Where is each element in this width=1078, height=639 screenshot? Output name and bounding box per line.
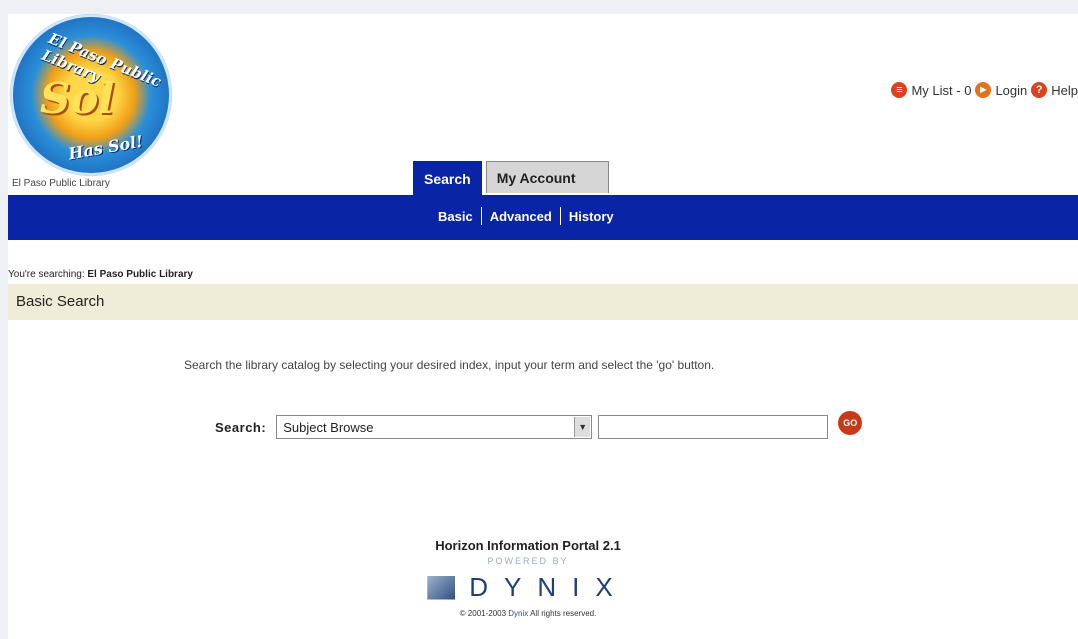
search-form: Search: Subject Browse ▼ GO xyxy=(215,411,863,439)
copyright: © 2001-2003 Dynix All rights reserved. xyxy=(0,609,1078,618)
logo-caption: El Paso Public Library xyxy=(12,178,110,189)
searching-library: El Paso Public Library xyxy=(87,269,193,280)
footer-title: Horizon Information Portal 2.1 xyxy=(435,538,621,553)
subnav-divider xyxy=(480,207,482,225)
nav-band: Basic Advanced History xyxy=(8,195,1078,240)
logo-sol-text: Sol xyxy=(40,74,115,123)
dynix-mark-icon xyxy=(427,575,456,600)
login-link[interactable]: Login xyxy=(995,83,1027,98)
tab-my-account[interactable]: My Account xyxy=(485,161,609,193)
searching-line: You're searching: El Paso Public Library xyxy=(8,269,193,280)
subnav-divider xyxy=(559,207,561,225)
logo-bottom-text: Has Sol! xyxy=(66,131,145,164)
search-label: Search: xyxy=(215,419,267,435)
dynix-link[interactable]: Dynix xyxy=(508,609,528,618)
page: El Paso Public Library Sol Has Sol! El P… xyxy=(8,14,1078,639)
help-link[interactable]: Help xyxy=(1051,83,1078,98)
subnav-advanced[interactable]: Advanced xyxy=(490,209,552,224)
search-index-select[interactable]: Subject Browse ▼ xyxy=(276,415,593,439)
dropdown-arrow-icon[interactable]: ▼ xyxy=(574,417,591,437)
search-instructions: Search the library catalog by selecting … xyxy=(184,358,715,372)
search-index-value: Subject Browse xyxy=(283,419,374,435)
section-header: Basic Search xyxy=(8,284,1078,320)
login-arrow-icon[interactable]: ► xyxy=(975,82,992,98)
help-icon[interactable]: ? xyxy=(1031,82,1048,98)
section-title: Basic Search xyxy=(16,293,105,310)
subnav-history[interactable]: History xyxy=(569,209,614,224)
top-links: ≡ My List - 0 ► Login ? Help xyxy=(891,82,1078,98)
tab-search[interactable]: Search xyxy=(413,161,482,195)
go-button[interactable]: GO xyxy=(838,411,863,435)
dynix-logo[interactable]: DYNIX xyxy=(0,572,1078,603)
powered-by-text: POWERED BY xyxy=(487,556,569,566)
my-list-icon[interactable]: ≡ xyxy=(891,82,908,98)
main-tabs: Search My Account xyxy=(413,161,609,195)
dynix-wordmark: DYNIX xyxy=(469,572,629,602)
searching-prefix: You're searching: xyxy=(8,269,85,280)
footer: Horizon Information Portal 2.1 POWERED B… xyxy=(8,538,1078,618)
my-list-link[interactable]: My List - 0 xyxy=(911,83,971,98)
copyright-prefix: © 2001-2003 xyxy=(459,609,507,618)
search-subnav: Basic Advanced History xyxy=(438,207,614,225)
copyright-suffix: All rights reserved. xyxy=(530,609,597,618)
library-logo[interactable]: El Paso Public Library Sol Has Sol! xyxy=(10,14,172,176)
subnav-basic[interactable]: Basic xyxy=(438,209,473,224)
search-term-input[interactable] xyxy=(598,415,829,439)
